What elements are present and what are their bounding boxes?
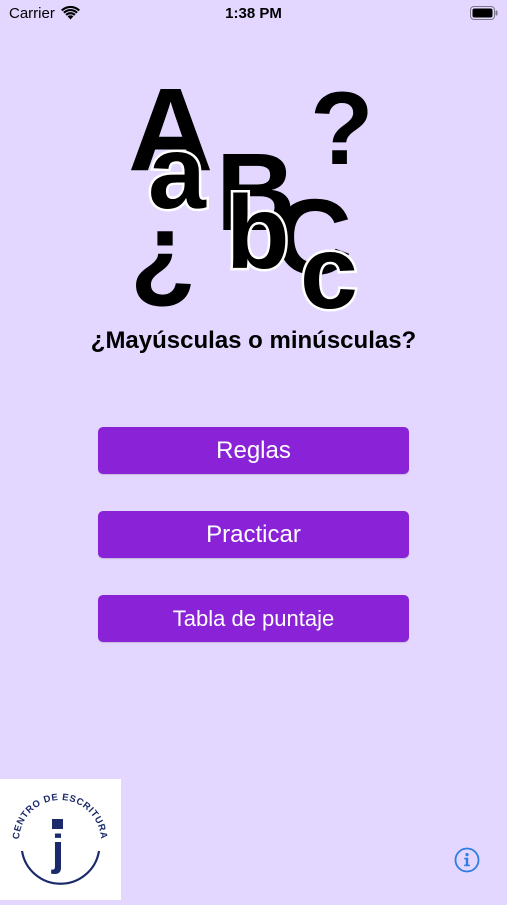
page-title: ¿Mayúsculas o minúsculas? [90,327,417,354]
logo-letter-question: ? [310,71,374,187]
logo-letter-c: c [300,215,358,324]
practice-button[interactable]: Practicar [98,511,409,558]
scoreboard-button-label: Tabla de puntaje [172,605,335,631]
scoreboard-button[interactable]: Tabla de puntaje [98,595,409,642]
battery-icon [470,6,498,20]
rules-button[interactable]: Reglas [98,427,409,474]
status-time: 1:38 PM [225,5,282,22]
logo-letter-a: a [148,115,207,231]
info-circle-icon[interactable] [454,847,480,873]
logo-letter-b: b [226,175,290,291]
brand-logo-graphic: CENTRO DE ESCRITURA j [11,792,108,885]
brand-mark: j [51,826,64,875]
rules-button-label: Reglas [216,436,291,464]
status-bar: Carrier 1:38 PM [0,0,507,28]
abc-letters-logo: A ? B C ¿ a b c [128,64,374,324]
practice-button-label: Practicar [206,520,301,548]
centro-de-escritura-logo: CENTRO DE ESCRITURA j [0,779,121,900]
